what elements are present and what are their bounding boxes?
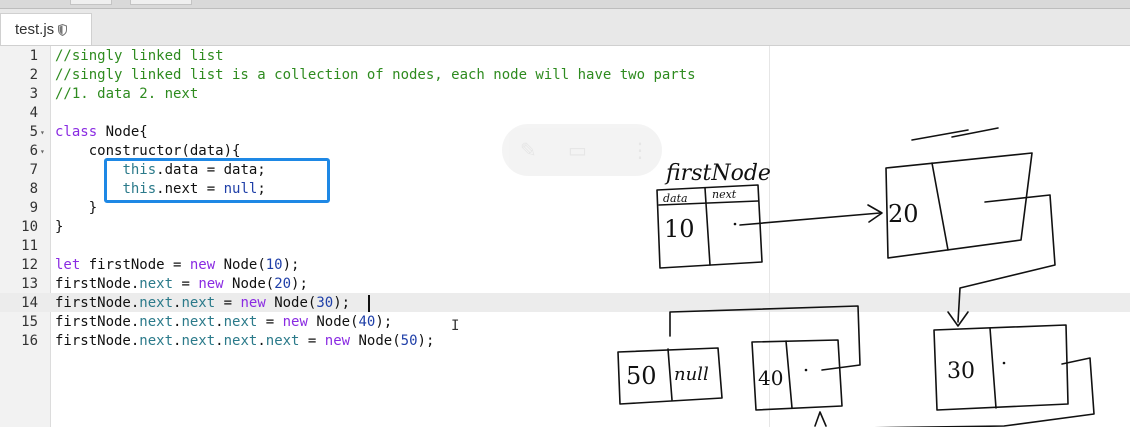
link-20-to-30 xyxy=(957,194,1056,323)
node-value-20: 20 xyxy=(888,200,919,228)
pointer-dot-40 xyxy=(804,368,808,372)
pointer-dot-10 xyxy=(733,222,737,226)
node-value-50: 50 xyxy=(626,362,657,390)
link-30-to-40 xyxy=(874,357,1095,427)
node-divider-30 xyxy=(989,327,997,409)
scribble-mark xyxy=(911,127,999,141)
label-data: data xyxy=(663,192,688,205)
node-null-label: null xyxy=(674,364,709,385)
pointer-dot-30 xyxy=(1002,361,1006,365)
link-40-to-50 xyxy=(669,305,861,371)
node-divider-10 xyxy=(704,187,711,266)
label-next: next xyxy=(712,188,737,201)
node-divider-20 xyxy=(931,162,949,251)
node-value-10: 10 xyxy=(664,215,695,243)
node-value-30: 30 xyxy=(947,359,975,384)
label-first-node: firstNode xyxy=(664,161,771,186)
arrow-10-to-20 xyxy=(739,212,881,226)
linked-list-drawing: firstNode data next 10 20 30 40 50 null xyxy=(617,127,1095,427)
node-value-40: 40 xyxy=(758,366,783,390)
node-divider-50 xyxy=(667,348,673,401)
arrowhead-to-40 xyxy=(814,411,827,427)
node-divider-40 xyxy=(785,340,793,409)
